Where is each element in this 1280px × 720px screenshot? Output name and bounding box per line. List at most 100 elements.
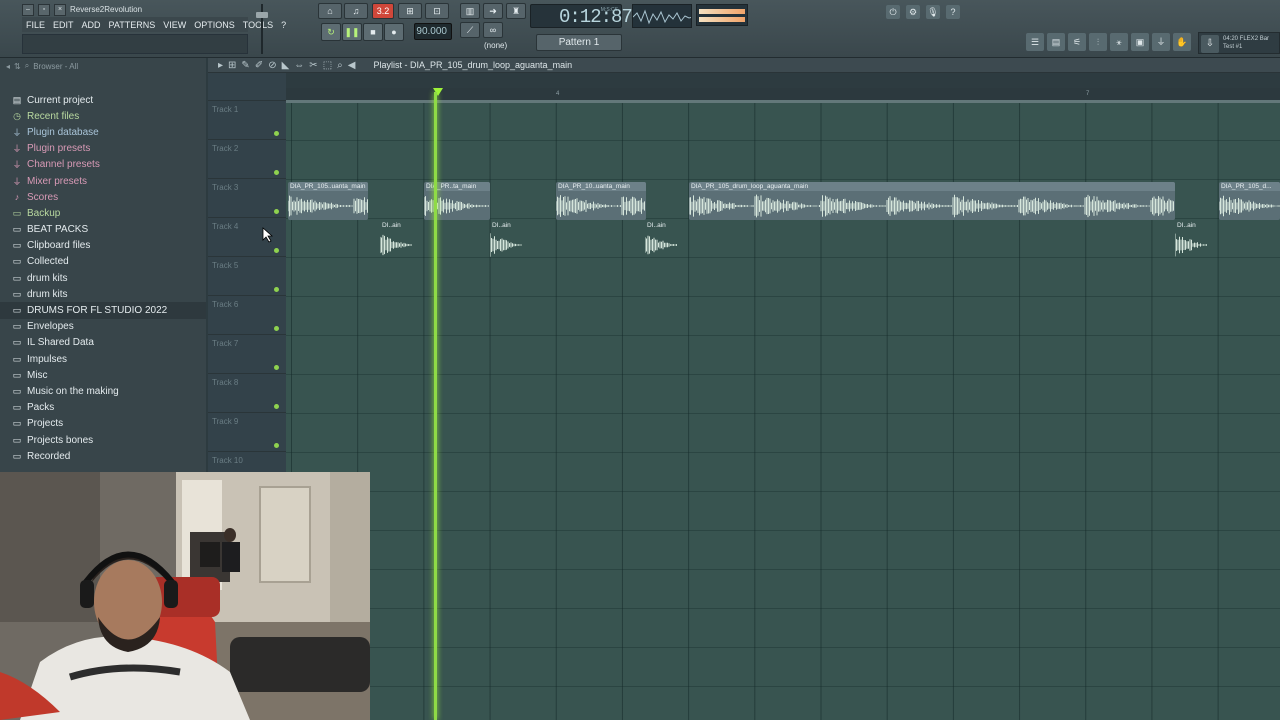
track-header[interactable]: Track 1 (208, 101, 286, 140)
menu-help[interactable]: ? (281, 20, 286, 30)
browser-item[interactable]: ▭ Impulses (0, 351, 206, 367)
track-header[interactable]: Track 9 (208, 413, 286, 452)
browser-item[interactable]: ▭ Misc (0, 367, 206, 383)
link-icon[interactable]: ∞ (483, 22, 503, 38)
countdown-button[interactable]: 3.2 (372, 3, 394, 19)
track-header[interactable]: Track 5 (208, 257, 286, 296)
download-icon[interactable]: ⇩ (1201, 35, 1219, 53)
menu-options[interactable]: OPTIONS (194, 20, 235, 30)
speaker-icon[interactable]: ◀ (348, 60, 356, 71)
arrow-left-icon[interactable]: ◂ (6, 62, 10, 71)
plugin-preview[interactable]: ⇩ 04:20 FLEX2 Bar Test #1 (1198, 32, 1280, 54)
browser-item[interactable]: ▭ Packs (0, 400, 206, 416)
wait-input-icon[interactable]: ⟋ (460, 22, 480, 38)
piano-roll-icon[interactable]: ▤ (1047, 33, 1065, 51)
step-edit-icon[interactable]: ⊞ (398, 3, 422, 19)
track-led-icon[interactable] (274, 248, 279, 253)
master-volume-slider[interactable] (256, 4, 268, 54)
menu-file[interactable]: FILE (26, 20, 45, 30)
browser-item[interactable]: ▭ Projects bones (0, 432, 206, 448)
audio-clip[interactable]: DI..ain (1175, 221, 1207, 259)
browser-item[interactable]: ▭ Envelopes (0, 319, 206, 335)
loop-record-icon[interactable]: ↻ (321, 23, 341, 41)
browser-item[interactable]: ◷ Recent files (0, 108, 206, 124)
track-led-icon[interactable] (274, 443, 279, 448)
help-icon[interactable]: ? (946, 5, 960, 19)
close-icon[interactable]: × (54, 3, 66, 16)
browser-item[interactable]: ▭ drum kits (0, 286, 206, 302)
tempo-display[interactable]: 90.000 (414, 23, 452, 40)
browser-item[interactable]: ▭ Projects (0, 416, 206, 432)
typing-keyboard-icon[interactable]: ♜ (506, 3, 526, 19)
track-led-icon[interactable] (274, 404, 279, 409)
mute-icon[interactable]: ◣ (282, 60, 290, 71)
plugin-picker-icon[interactable]: ⚹ (1110, 33, 1128, 51)
draw-icon[interactable]: ✎ (241, 60, 249, 71)
browser-icon[interactable]: ▣ (1131, 33, 1149, 51)
touch-icon[interactable]: ✋ (1173, 33, 1191, 51)
browser-item[interactable]: ▭ Music on the making (0, 383, 206, 399)
snap-icon[interactable]: ⊞ (228, 60, 236, 71)
stop-button[interactable]: ■ (363, 23, 383, 41)
browser-item[interactable]: ⏚ Channel presets (0, 157, 206, 173)
record-button[interactable]: ● (384, 23, 404, 41)
browser-item[interactable]: ▭ Collected (0, 254, 206, 270)
menu-edit[interactable]: EDIT (53, 20, 74, 30)
audio-clip[interactable]: DI..ain (380, 221, 412, 259)
delete-icon[interactable]: ⊘ (268, 60, 276, 71)
menu-view[interactable]: VIEW (163, 20, 186, 30)
blend-notes-icon[interactable]: ⊡ (425, 3, 449, 19)
track-header[interactable]: Track 7 (208, 335, 286, 374)
audio-clip[interactable]: DIA_PR_105_drum_loop_aguanta_main (689, 182, 1175, 220)
audio-clip[interactable]: DI..ain (490, 221, 522, 259)
track-led-icon[interactable] (274, 131, 279, 136)
track-header[interactable]: Track 6 (208, 296, 286, 335)
track-led-icon[interactable] (274, 365, 279, 370)
mixer-icon[interactable]: ⫶ (1089, 33, 1107, 51)
metronome-icon[interactable]: ♫ (344, 3, 368, 19)
playlist-icon[interactable]: ☰ (1026, 33, 1044, 51)
browser-item[interactable]: ▭ BEAT PACKS (0, 222, 206, 238)
cpu-icon[interactable]: ⚙ (906, 5, 920, 19)
browser-item[interactable]: ▭ drum kits (0, 270, 206, 286)
pattern-selector[interactable]: Pattern 1 (536, 34, 622, 51)
play-arrow-icon[interactable]: ▸ (218, 60, 223, 71)
piano-icon[interactable]: ▥ (460, 3, 480, 19)
browser-item[interactable]: ⏚ Plugin presets (0, 141, 206, 157)
browser-item[interactable]: ▭ Backup (0, 205, 206, 221)
menu-patterns[interactable]: PATTERNS (109, 20, 156, 30)
browser-item[interactable]: ⏚ Plugin database (0, 124, 206, 140)
pause-button[interactable]: ❚❚ (342, 23, 362, 41)
slider-knob[interactable] (256, 12, 268, 18)
browser-item[interactable]: ▭ DRUMS FOR FL STUDIO 2022 (0, 302, 206, 319)
track-header[interactable]: Track 3 (208, 179, 286, 218)
track-led-icon[interactable] (274, 287, 279, 292)
time-panel[interactable]: 0:12:87 M:S:CS (530, 4, 633, 28)
power-icon[interactable]: ⏻ (886, 5, 900, 19)
audio-clip[interactable]: DIA_PR_105_d... (1219, 182, 1280, 220)
browser-item[interactable]: ▭ IL Shared Data (0, 335, 206, 351)
track-led-icon[interactable] (274, 170, 279, 175)
search-icon[interactable]: ⌕ (25, 61, 29, 71)
browser-item[interactable]: ♪ Scores (0, 189, 206, 205)
paint-icon[interactable]: ✐ (255, 60, 263, 71)
browser-item[interactable]: ⏚ Mixer presets (0, 173, 206, 189)
browser-item[interactable]: ▭ Recorded (0, 448, 206, 464)
audio-clip[interactable]: DIA_PR_10..uanta_main (556, 182, 646, 220)
track-led-icon[interactable] (274, 209, 279, 214)
select-icon[interactable]: ⬚ (323, 60, 332, 71)
slice-icon[interactable]: ✂ (309, 60, 317, 71)
track-header[interactable]: Track 2 (208, 140, 286, 179)
browser-item[interactable]: ▤ Current project (0, 92, 206, 108)
zoom-icon[interactable]: ⌕ (337, 60, 343, 71)
pattern-song-icon[interactable]: ⌂ (318, 3, 342, 19)
maximize-icon[interactable]: ▫ (38, 3, 50, 16)
minimize-icon[interactable]: – (22, 3, 34, 16)
audio-clip[interactable]: DI..ain (645, 221, 677, 259)
menu-add[interactable]: ADD (82, 20, 101, 30)
track-led-icon[interactable] (274, 326, 279, 331)
snap-selector[interactable]: (none) (484, 41, 507, 50)
audio-clip[interactable]: DIA_PR_105..uanta_main (288, 182, 368, 220)
browser-item[interactable]: ▭ Clipboard files (0, 238, 206, 254)
track-header[interactable]: Track 8 (208, 374, 286, 413)
